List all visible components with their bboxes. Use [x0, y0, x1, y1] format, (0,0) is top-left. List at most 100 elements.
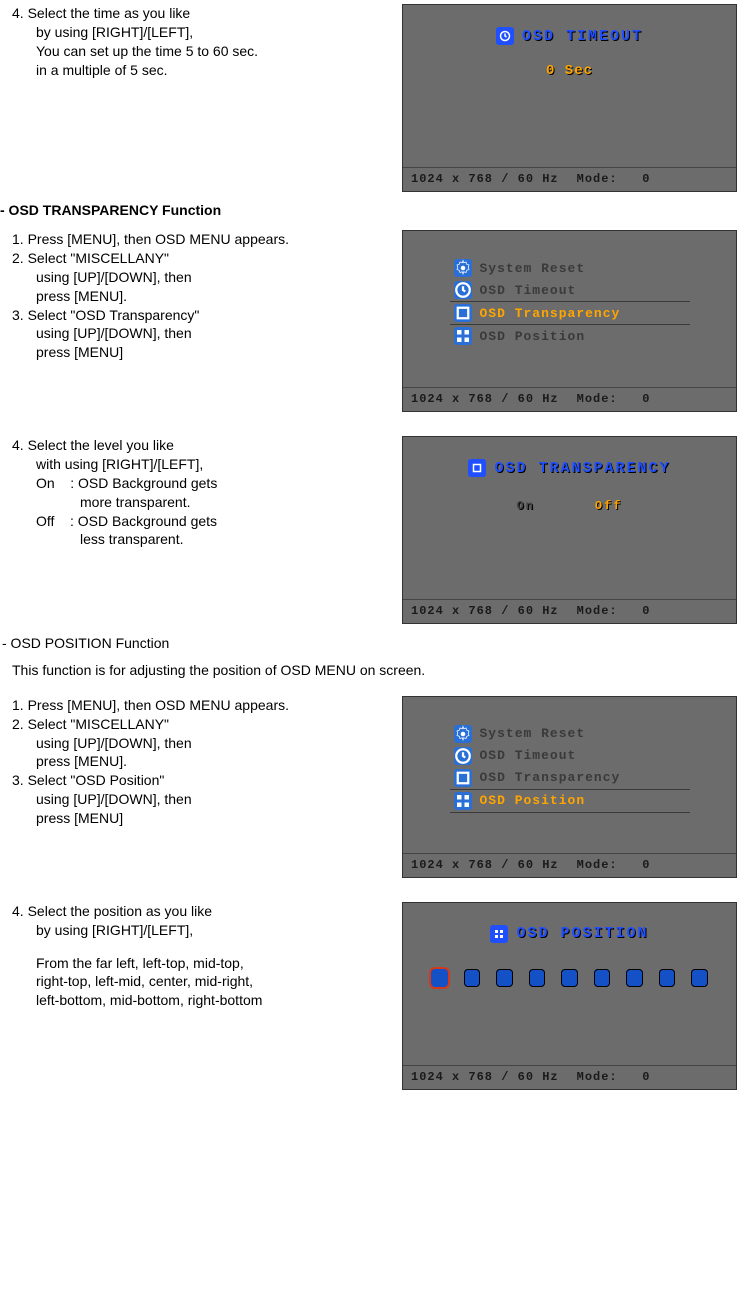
- osd-title: OSD POSITION: [490, 925, 648, 943]
- menu-item: OSD Position: [450, 325, 690, 347]
- grid-icon: [490, 925, 508, 943]
- position-dot: [529, 969, 546, 987]
- document-page: 4. Select the time as you like by using …: [0, 0, 751, 1120]
- position-dot: [626, 969, 643, 987]
- menu-item-label: OSD Transparency: [480, 306, 621, 321]
- step-text: Select the level you like: [28, 437, 174, 453]
- menu-item: System Reset: [450, 723, 690, 745]
- mode-label: Mode:: [577, 172, 618, 186]
- step-text: using [UP]/[DOWN], then: [36, 324, 402, 343]
- step-text: Select the position as you like: [28, 903, 212, 919]
- position-dot: [431, 969, 448, 987]
- step-num: 3.: [12, 307, 24, 323]
- step-text: Select "MISCELLANY": [28, 716, 169, 732]
- mode-value: 0: [642, 858, 650, 872]
- menu-item-label: OSD Position: [480, 793, 586, 808]
- text-pos-a: 1. Press [MENU], then OSD MENU appears. …: [0, 696, 402, 828]
- mode-value: 0: [642, 604, 650, 618]
- mode-value: 0: [642, 392, 650, 406]
- step-num: 4.: [12, 5, 24, 21]
- osd-menu-list: System Reset OSD Timeout OSD Transparency O…: [450, 257, 690, 347]
- menu-item: OSD Timeout: [450, 279, 690, 301]
- menu-item: System Reset: [450, 257, 690, 279]
- step-text: press [MENU]: [36, 809, 402, 828]
- menu-item-label: System Reset: [480, 726, 586, 741]
- osd-screenshot-menu-pos: System Reset OSD Timeout OSD Transparency O…: [402, 696, 737, 878]
- osd-footer: 1024 x 768 / 60 Hz Mode: 0: [403, 599, 736, 623]
- step-num: 4.: [12, 437, 24, 453]
- row-trans-steps: 1. Press [MENU], then OSD MENU appears. …: [0, 230, 751, 412]
- osd-title: OSD TIMEOUT: [496, 27, 643, 45]
- step-text: You can set up the time 5 to 60 sec.: [36, 42, 402, 61]
- resolution-info: 1024 x 768 / 60 Hz: [411, 392, 559, 406]
- step-text: left-bottom, mid-bottom, right-bottom: [36, 991, 402, 1010]
- heading-transparency: - OSD TRANSPARENCY Function: [0, 202, 751, 218]
- position-dot: [659, 969, 676, 987]
- menu-item-label: OSD Transparency: [480, 770, 621, 785]
- osd-screenshot-position: OSD POSITION 1024 x 768 / 60 Hz Mode: 0: [402, 902, 737, 1090]
- menu-item-label: OSD Timeout: [480, 283, 577, 298]
- step-text: Press [MENU], then OSD MENU appears.: [28, 697, 289, 713]
- osd-footer: 1024 x 768 / 60 Hz Mode: 0: [403, 853, 736, 877]
- gear-icon: [454, 725, 472, 743]
- osd-menu-list: System Reset OSD Timeout OSD Transparency O…: [450, 723, 690, 813]
- step-num: 1.: [12, 231, 24, 247]
- step-text: right-top, left-mid, center, mid-right,: [36, 972, 402, 991]
- mode-label: Mode:: [577, 392, 618, 406]
- step-text: Select "OSD Position": [28, 772, 165, 788]
- off-desc: less transparent.: [80, 530, 402, 549]
- step-text: in a multiple of 5 sec.: [36, 61, 402, 80]
- menu-item: OSD Timeout: [450, 745, 690, 767]
- step-text: Press [MENU], then OSD MENU appears.: [28, 231, 289, 247]
- step-text: using [UP]/[DOWN], then: [36, 734, 402, 753]
- step-num: 1.: [12, 697, 24, 713]
- text-trans-b: 4. Select the level you like with using …: [0, 436, 402, 549]
- menu-item: OSD Position: [450, 789, 690, 813]
- osd-footer: 1024 x 768 / 60 Hz Mode: 0: [403, 387, 736, 411]
- position-dot: [691, 969, 708, 987]
- osd-title-label: OSD TIMEOUT: [522, 28, 643, 45]
- menu-item-label: OSD Timeout: [480, 748, 577, 763]
- menu-item: OSD Transparency: [450, 301, 690, 325]
- step-num: 2.: [12, 716, 24, 732]
- step-text: From the far left, left-top, mid-top,: [36, 954, 402, 973]
- step-text: using [UP]/[DOWN], then: [36, 268, 402, 287]
- grid-icon: [454, 792, 472, 810]
- resolution-info: 1024 x 768 / 60 Hz: [411, 1070, 559, 1084]
- step-text: using [UP]/[DOWN], then: [36, 790, 402, 809]
- mode-value: 0: [642, 1070, 650, 1084]
- step-text: press [MENU]: [36, 343, 402, 362]
- mode-label: Mode:: [577, 1070, 618, 1084]
- menu-item-label: OSD Position: [480, 329, 586, 344]
- clock-icon: [454, 281, 472, 299]
- resolution-info: 1024 x 768 / 60 Hz: [411, 172, 559, 186]
- menu-item-label: System Reset: [480, 261, 586, 276]
- position-dot: [496, 969, 513, 987]
- position-desc: This function is for adjusting the posit…: [12, 661, 751, 680]
- row-pos-b: 4. Select the position as you like by us…: [0, 902, 751, 1090]
- osd-footer: 1024 x 768 / 60 Hz Mode: 0: [403, 167, 736, 191]
- on-desc: : OSD Background gets: [70, 475, 217, 491]
- position-dot: [594, 969, 611, 987]
- heading-position: - OSD POSITION Function: [2, 634, 751, 653]
- on-desc: more transparent.: [80, 493, 402, 512]
- text-timeout: 4. Select the time as you like by using …: [0, 4, 402, 80]
- off-label: Off: [36, 513, 54, 529]
- position-dot: [561, 969, 578, 987]
- on-label: On: [36, 475, 55, 491]
- osd-title-label: OSD TRANSPARENCY: [494, 460, 670, 477]
- row-pos-steps: 1. Press [MENU], then OSD MENU appears. …: [0, 696, 751, 878]
- step-num: 4.: [12, 903, 24, 919]
- grid-icon: [454, 327, 472, 345]
- resolution-info: 1024 x 768 / 60 Hz: [411, 858, 559, 872]
- step-text: Select "MISCELLANY": [28, 250, 169, 266]
- osd-screenshot-menu-trans: System Reset OSD Timeout OSD Transparency O…: [402, 230, 737, 412]
- osd-screenshot-timeout: OSD TIMEOUT 0 Sec 1024 x 768 / 60 Hz Mod…: [402, 4, 737, 192]
- resolution-info: 1024 x 768 / 60 Hz: [411, 604, 559, 618]
- osd-footer: 1024 x 768 / 60 Hz Mode: 0: [403, 1065, 736, 1089]
- position-dot: [464, 969, 481, 987]
- clock-icon: [454, 747, 472, 765]
- option-off: Off: [595, 499, 623, 513]
- mode-label: Mode:: [577, 604, 618, 618]
- gear-icon: [454, 259, 472, 277]
